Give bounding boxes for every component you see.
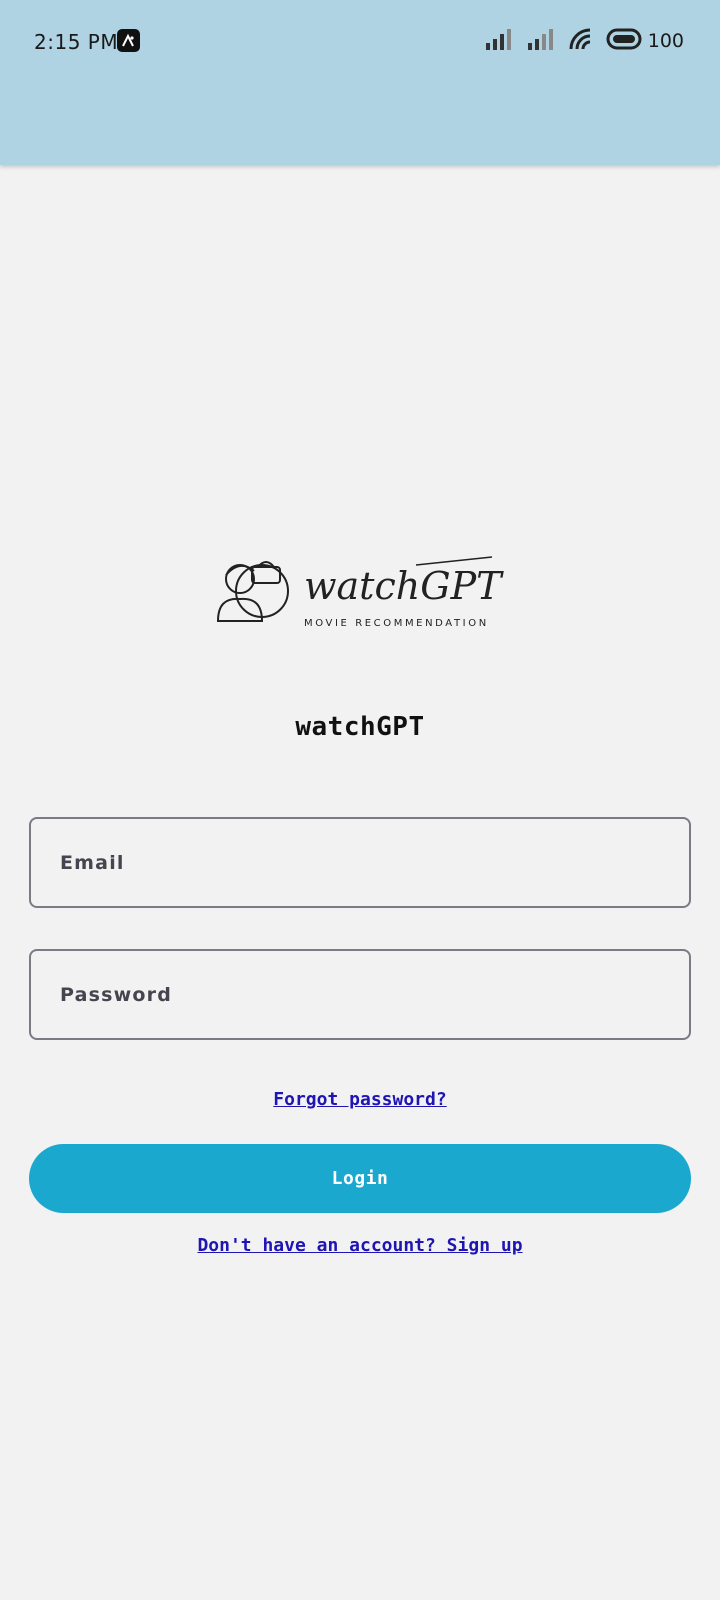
app-title: watchGPT [295,712,425,742]
app-logo: watchGPT MOVIE RECOMMENDATION [216,555,506,645]
email-field[interactable] [60,851,689,874]
logo-tagline: MOVIE RECOMMENDATION [304,618,489,629]
password-field-container[interactable] [29,949,691,1040]
password-field[interactable] [60,983,689,1006]
login-button[interactable]: Login [29,1144,691,1213]
battery-level: 100 [647,30,684,52]
logo-wordmark: watchGPT [304,564,504,608]
app-notification-icon [117,29,140,52]
status-time: 2:15 PM [34,30,119,54]
signal-icon [526,27,556,55]
forgot-password-link[interactable]: Forgot password? [0,1089,720,1110]
status-indicators: 100 [484,27,684,55]
battery-icon [606,28,642,54]
person-icon [216,561,289,622]
wifi-icon [568,27,594,55]
signup-link[interactable]: Don't have an account? Sign up [0,1235,720,1256]
status-bar: 2:15 PM 100 [0,0,720,165]
email-field-container[interactable] [29,817,691,908]
signal-icon [484,27,514,55]
